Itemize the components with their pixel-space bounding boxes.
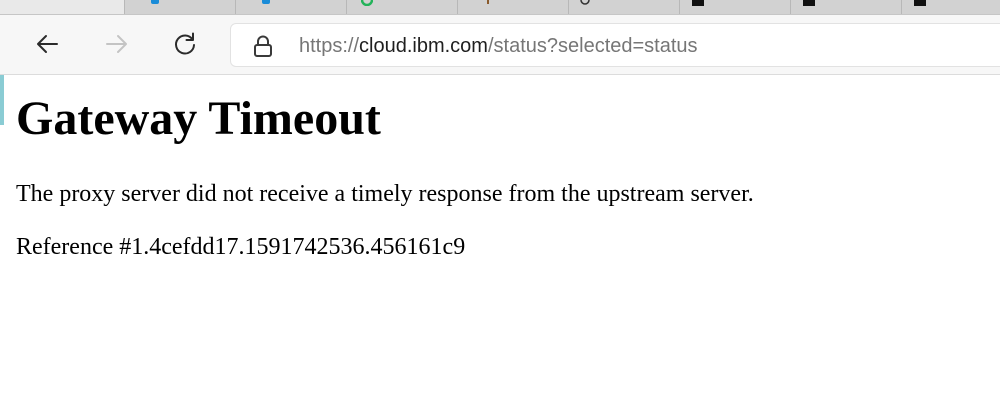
url-host: cloud.ibm.com xyxy=(359,35,488,57)
tab[interactable] xyxy=(347,0,458,14)
address-bar[interactable]: https://cloud.ibm.com/status?selected=st… xyxy=(230,23,1000,67)
lock-icon xyxy=(254,35,272,57)
page-content: Gateway Timeout The proxy server did not… xyxy=(0,75,1000,401)
tab[interactable] xyxy=(902,0,1000,14)
dark-favicon-icon xyxy=(914,0,926,6)
forward-button[interactable] xyxy=(100,27,134,61)
arrow-right-icon xyxy=(106,35,127,53)
back-button[interactable] xyxy=(30,27,64,61)
blue-favicon-icon xyxy=(151,0,159,4)
github-favicon-icon xyxy=(580,0,590,5)
url-text[interactable]: https://cloud.ibm.com/status?selected=st… xyxy=(299,34,698,58)
url-scheme: https:// xyxy=(299,35,360,57)
tab[interactable] xyxy=(680,0,791,14)
url-path: /status?selected=status xyxy=(487,35,698,57)
page-title: Gateway Timeout xyxy=(16,92,381,145)
tab[interactable] xyxy=(791,0,902,14)
blue-favicon-icon xyxy=(262,0,270,4)
tab[interactable] xyxy=(236,0,347,14)
tab[interactable] xyxy=(458,0,569,14)
dark-favicon-icon xyxy=(803,0,815,6)
tab-strip xyxy=(0,0,1000,15)
browser-toolbar: https://cloud.ibm.com/status?selected=st… xyxy=(0,15,1000,75)
error-message: The proxy server did not receive a timel… xyxy=(16,181,754,207)
green-favicon-icon xyxy=(361,0,373,6)
brown-favicon-icon xyxy=(487,0,489,4)
tab[interactable] xyxy=(0,0,125,14)
arrow-left-icon xyxy=(37,35,58,53)
tab[interactable] xyxy=(569,0,680,14)
browser-window: https://cloud.ibm.com/status?selected=st… xyxy=(0,0,1000,401)
dark-favicon-icon xyxy=(692,0,704,6)
reload-icon xyxy=(175,32,195,55)
tab[interactable] xyxy=(125,0,236,14)
page-edge-accent xyxy=(0,75,4,125)
reload-button[interactable] xyxy=(168,27,202,61)
reference-id: Reference #1.4cefdd17.1591742536.456161c… xyxy=(16,234,466,260)
